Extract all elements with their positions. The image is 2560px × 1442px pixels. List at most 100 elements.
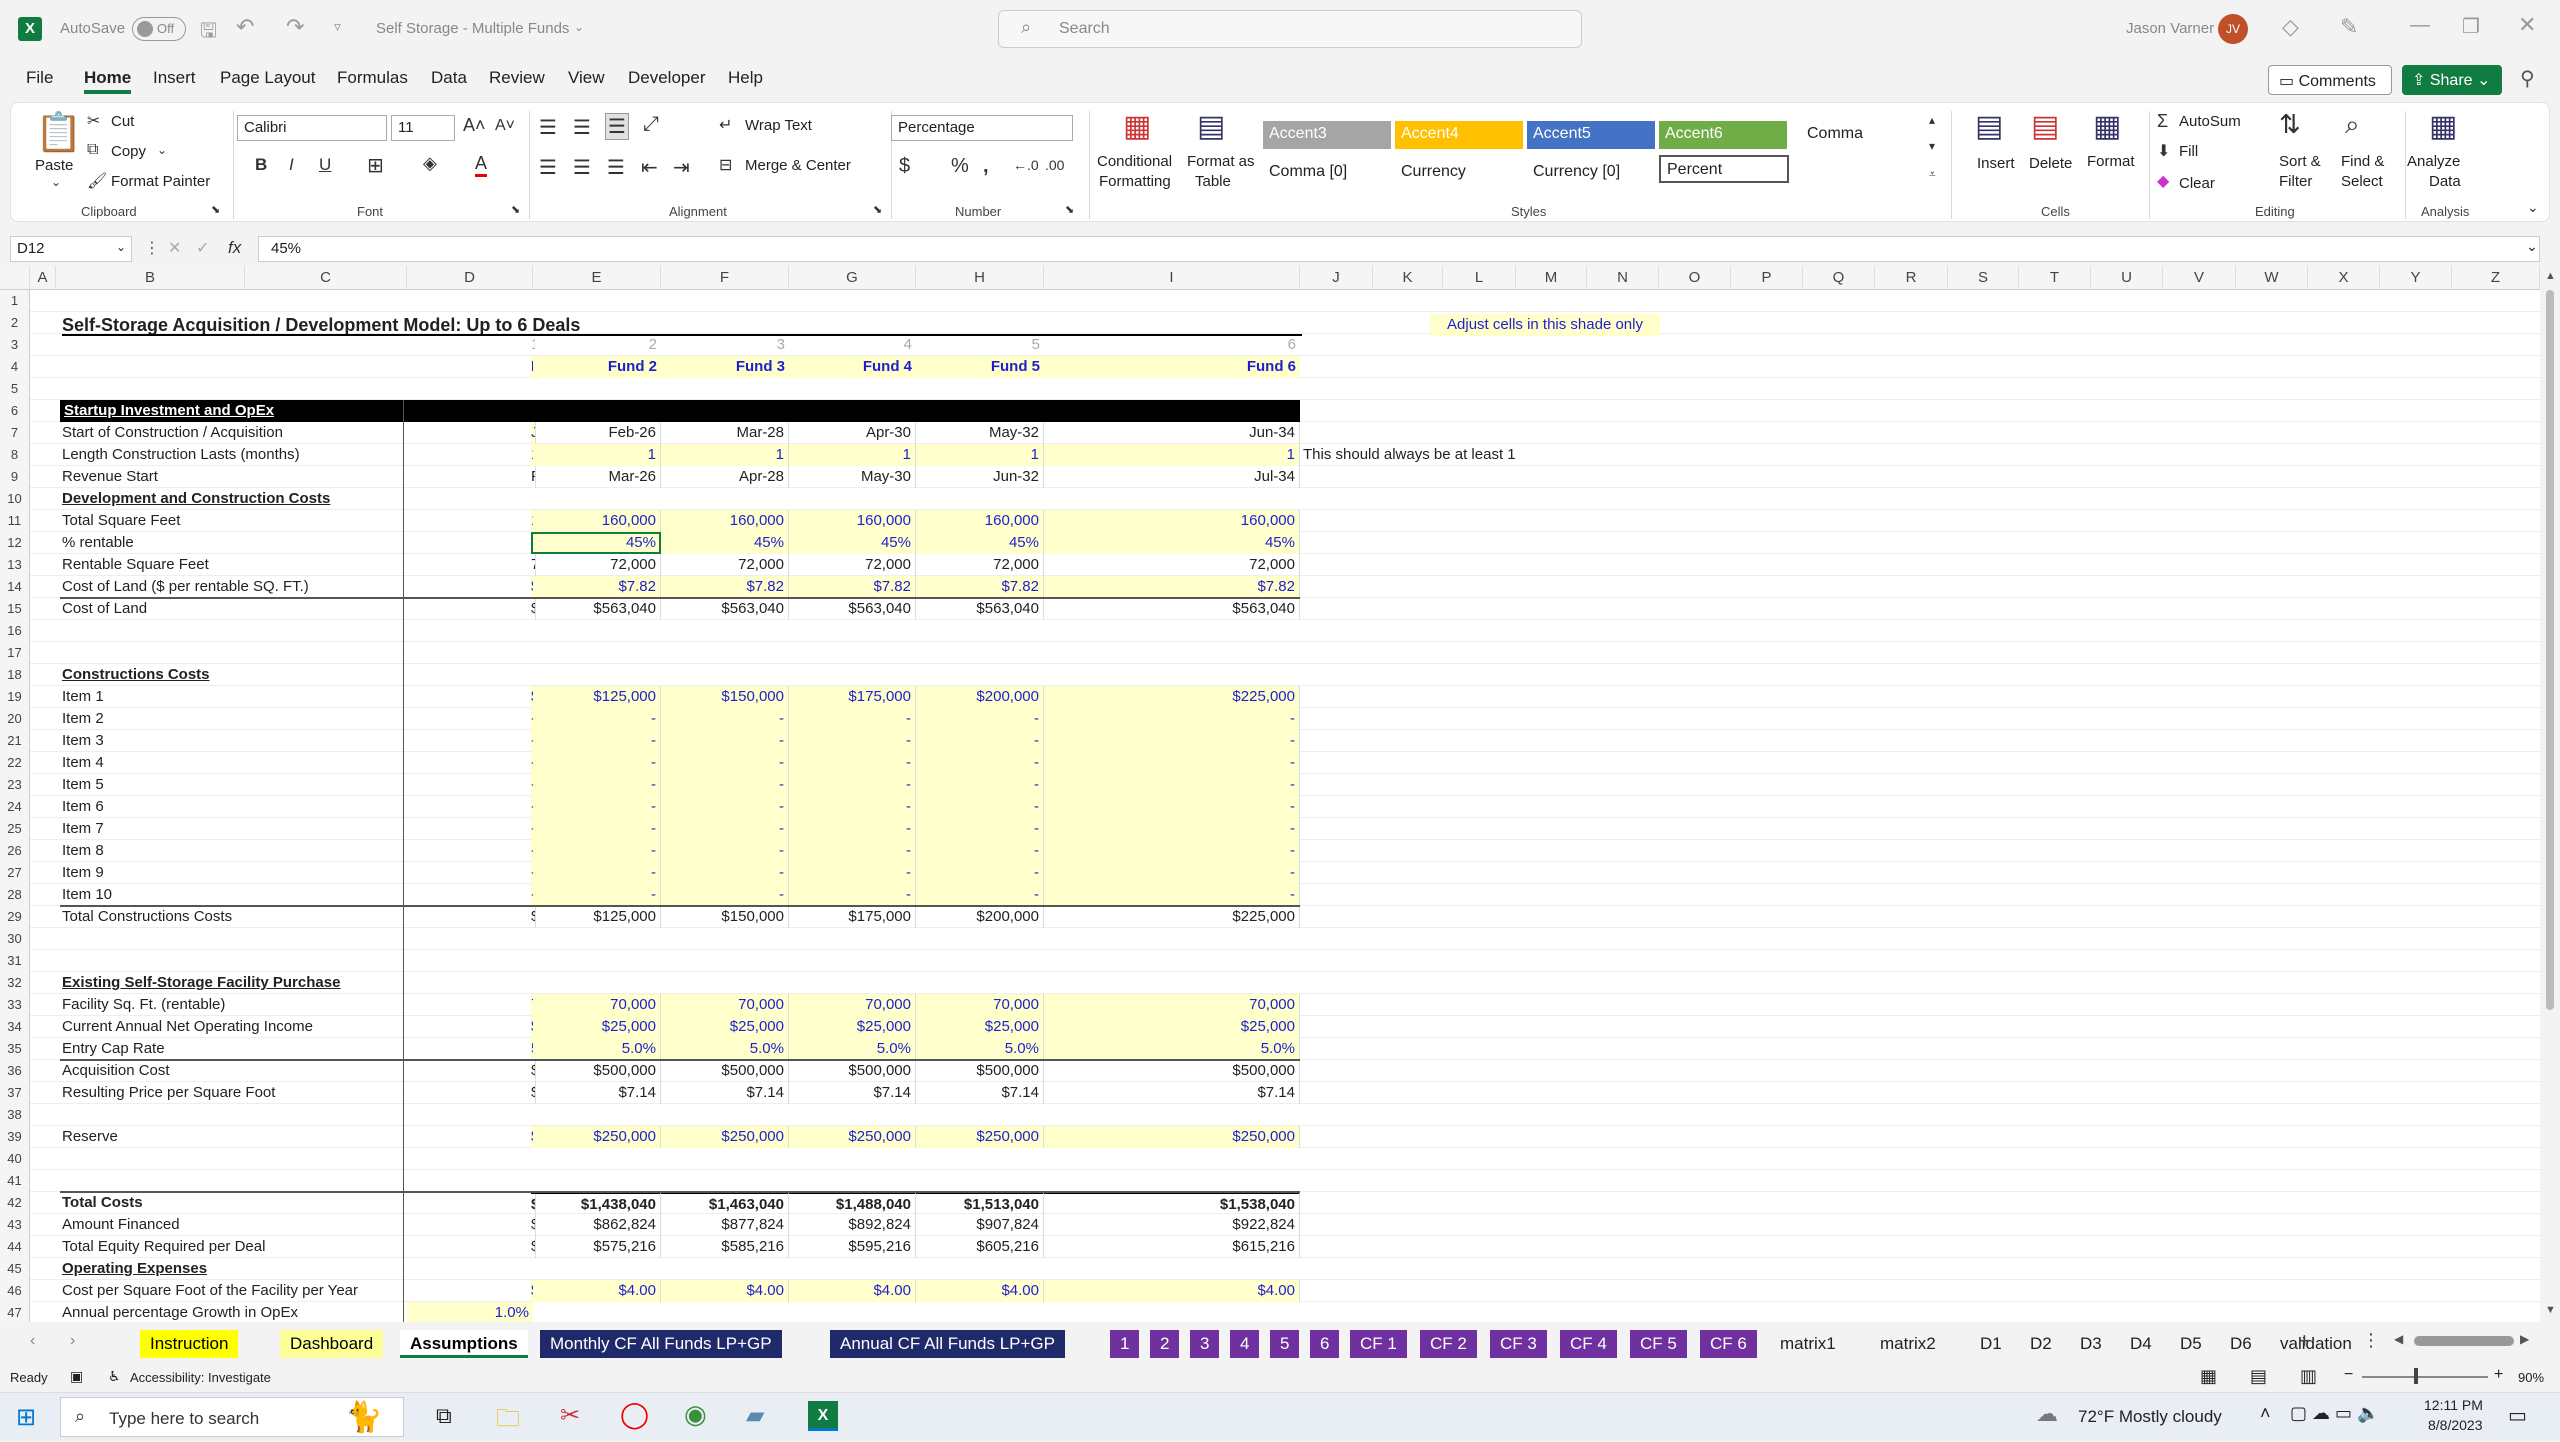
sheet-tab-6[interactable]: 6 (1310, 1330, 1340, 1358)
fund-4-value[interactable]: $4.00 (789, 1280, 916, 1302)
column-header-n[interactable]: N (1587, 266, 1659, 290)
fund-4-value[interactable]: $595,216 (789, 1236, 916, 1258)
fund-4-value[interactable]: $175,000 (789, 906, 916, 928)
fund-3-value[interactable]: - (661, 774, 789, 796)
fund-6-value[interactable]: - (1044, 818, 1300, 840)
row-header[interactable]: 5 (0, 378, 30, 400)
fund-2-value[interactable]: 160,000 (533, 510, 661, 532)
scroll-up-icon[interactable]: ▲ (2545, 270, 2556, 282)
fund-2-value[interactable]: 5.0% (533, 1038, 661, 1060)
sheet-tab-annual-cf-all-funds-lp-gp[interactable]: Annual CF All Funds LP+GP (830, 1330, 1065, 1358)
fund-5-value[interactable]: $7.14 (916, 1082, 1044, 1104)
add-sheet-icon[interactable]: + (2298, 1328, 2311, 1354)
row-header[interactable]: 40 (0, 1148, 30, 1170)
fund-5-value[interactable]: $7.82 (916, 576, 1044, 598)
format-as-table-button[interactable]: Format as (1187, 153, 1255, 170)
snip-icon[interactable]: ✂ (560, 1401, 580, 1430)
row-label[interactable]: Item 8 (62, 840, 402, 862)
fund-name[interactable]: Fund 6 (1044, 356, 1300, 378)
row-label[interactable]: Amount Financed (62, 1214, 402, 1236)
row-header[interactable]: 4 (0, 356, 30, 378)
fund-number[interactable]: 6 (1044, 334, 1300, 356)
fund-5-value[interactable]: $200,000 (916, 906, 1044, 928)
zoom-slider[interactable] (2362, 1376, 2488, 1378)
fund-4-value[interactable]: 72,000 (789, 554, 916, 576)
fund-2-value[interactable]: Feb-26 (533, 422, 661, 444)
sheet-tab-instruction[interactable]: Instruction (140, 1330, 239, 1358)
row-label[interactable]: % rentable (62, 532, 402, 554)
sheet-tab-monthly-cf-all-funds-lp-gp[interactable]: Monthly CF All Funds LP+GP (540, 1330, 782, 1358)
cut-button[interactable]: Cut (111, 113, 134, 130)
autosave-toggle[interactable]: Off (132, 17, 186, 41)
align-left-icon[interactable]: ☰ (539, 155, 557, 180)
fund-3-value[interactable]: - (661, 752, 789, 774)
fund-3-value[interactable]: Apr-28 (661, 466, 789, 488)
row-label[interactable]: Development and Construction Costs (62, 488, 402, 510)
fund-3-value[interactable]: Mar-28 (661, 422, 789, 444)
fund-4-value[interactable]: - (789, 730, 916, 752)
font-size-select[interactable]: 11 (391, 115, 455, 141)
currency-icon[interactable]: $ (899, 155, 910, 178)
fund-6-value[interactable]: $500,000 (1044, 1060, 1300, 1082)
sheet-tab-d1[interactable]: D1 (1970, 1330, 2012, 1358)
sheet-tab-assumptions[interactable]: Assumptions (400, 1330, 528, 1358)
hscroll-left-icon[interactable]: ◀ (2394, 1332, 2403, 1346)
fund-3-value[interactable]: $500,000 (661, 1060, 789, 1082)
menu-insert[interactable]: Insert (153, 68, 196, 94)
align-center-icon[interactable]: ☰ (573, 155, 591, 180)
hscroll-right-icon[interactable]: ▶ (2520, 1332, 2529, 1346)
sheet-tab-d4[interactable]: D4 (2120, 1330, 2162, 1358)
sheet-tab-5[interactable]: 5 (1270, 1330, 1300, 1358)
vertical-scrollbar[interactable]: ▲ ▼ (2540, 266, 2560, 1322)
alignment-launcher-icon[interactable]: ⬊ (873, 203, 882, 216)
fund-2-value[interactable]: $4.00 (533, 1280, 661, 1302)
row-header[interactable]: 16 (0, 620, 30, 642)
row-label[interactable]: Item 6 (62, 796, 402, 818)
fund-4-value[interactable]: $563,040 (789, 598, 916, 620)
fund-6-value[interactable]: $615,216 (1044, 1236, 1300, 1258)
fund-3-value[interactable]: 160,000 (661, 510, 789, 532)
column-header-o[interactable]: O (1659, 266, 1731, 290)
fund-3-value[interactable]: - (661, 730, 789, 752)
align-middle-icon[interactable]: ☰ (573, 115, 591, 140)
row-label[interactable]: Item 2 (62, 708, 402, 730)
fund-2-value[interactable]: - (533, 730, 661, 752)
fund-6-value[interactable]: 45% (1044, 532, 1300, 554)
sheet-tab-cf-5[interactable]: CF 5 (1630, 1330, 1687, 1358)
row-label[interactable]: Acquisition Cost (62, 1060, 402, 1082)
customize-qat-icon[interactable]: ▿ (334, 18, 341, 35)
fund-5-value[interactable]: - (916, 818, 1044, 840)
zoom-in-icon[interactable]: + (2494, 1366, 2503, 1384)
increase-decimal-icon[interactable]: ←.0 (1013, 157, 1039, 173)
column-header-t[interactable]: T (2019, 266, 2091, 290)
fund-4-value[interactable]: $175,000 (789, 686, 916, 708)
tray-icons[interactable]: ▢ ☁ ▭ 🔈 (2290, 1403, 2379, 1424)
fund-3-value[interactable]: 72,000 (661, 554, 789, 576)
fill-color-icon[interactable]: ◈ (423, 153, 437, 174)
orientation-icon[interactable]: ⤢ (643, 113, 659, 136)
fund-5-value[interactable]: - (916, 884, 1044, 906)
clear-button[interactable]: Clear (2179, 175, 2215, 192)
file-explorer-icon[interactable]: 🗀 (496, 1401, 520, 1442)
fund-4-value[interactable]: - (789, 774, 916, 796)
row-header[interactable]: 30 (0, 928, 30, 950)
styles-more-icon[interactable]: ⩡ (1929, 167, 1936, 182)
fund-5-value[interactable]: - (916, 708, 1044, 730)
fund-2-value[interactable]: $7.82 (533, 576, 661, 598)
row-header[interactable]: 22 (0, 752, 30, 774)
column-header-z[interactable]: Z (2452, 266, 2540, 290)
autosum-button[interactable]: AutoSum (2179, 113, 2241, 130)
fund-3-value[interactable]: $4.00 (661, 1280, 789, 1302)
row-header[interactable]: 19 (0, 686, 30, 708)
align-right-icon[interactable]: ☰ (607, 155, 625, 180)
fund-4-value[interactable]: 160,000 (789, 510, 916, 532)
fund-4-value[interactable]: Apr-30 (789, 422, 916, 444)
fund-2-value[interactable]: $125,000 (533, 906, 661, 928)
row-header[interactable]: 14 (0, 576, 30, 598)
fund-6-value[interactable]: $922,824 (1044, 1214, 1300, 1236)
column-header-b[interactable]: B (56, 266, 245, 290)
fund-5-value[interactable]: $250,000 (916, 1126, 1044, 1148)
fund-6-value[interactable]: $250,000 (1044, 1126, 1300, 1148)
row-header[interactable]: 35 (0, 1038, 30, 1060)
clock-time[interactable]: 12:11 PM (2424, 1397, 2483, 1413)
